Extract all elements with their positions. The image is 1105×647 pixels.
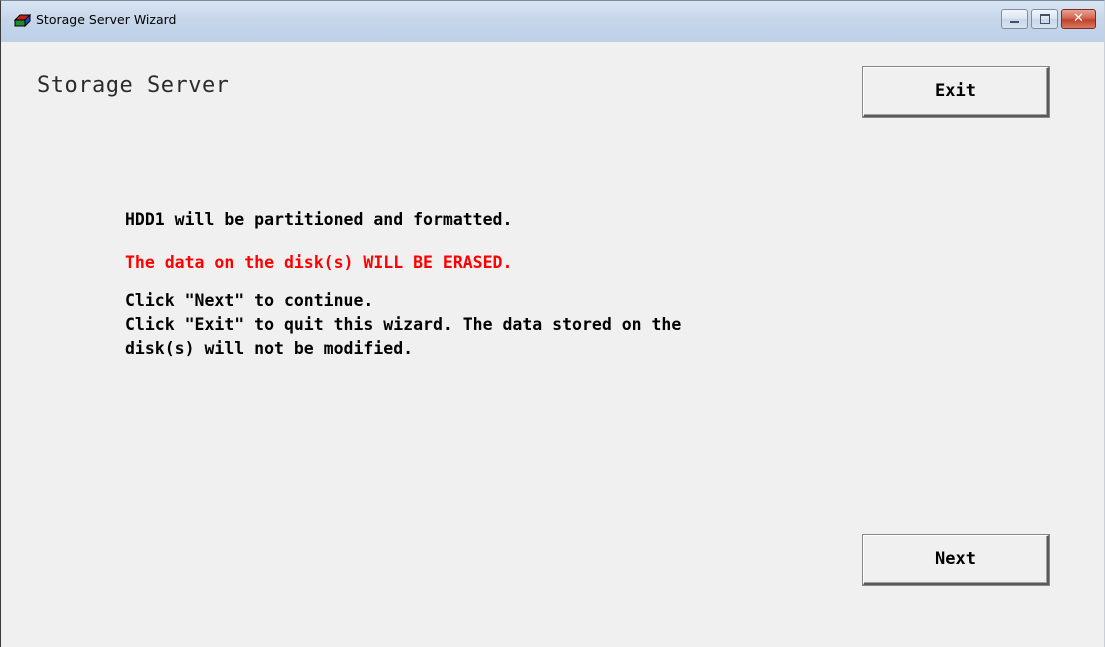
exit-button[interactable]: Exit bbox=[863, 67, 1049, 117]
next-instruction: Click "Next" to continue. bbox=[125, 291, 374, 310]
disk-drive-icon bbox=[13, 13, 32, 28]
maximize-icon bbox=[1040, 14, 1050, 24]
maximize-button[interactable] bbox=[1031, 9, 1058, 29]
wizard-content: Storage Server Exit HDD1 will be partiti… bbox=[1, 42, 1104, 647]
erase-warning: The data on the disk(s) WILL BE ERASED. bbox=[125, 253, 513, 272]
minimize-button[interactable] bbox=[1001, 9, 1028, 29]
page-title: Storage Server bbox=[37, 73, 230, 98]
title-bar[interactable]: Storage Server Wizard ✕ bbox=[1, 1, 1104, 42]
close-icon: ✕ bbox=[1073, 11, 1084, 26]
window-title: Storage Server Wizard bbox=[36, 12, 177, 27]
wizard-window: Storage Server Wizard ✕ Storage Server E… bbox=[0, 0, 1105, 647]
exit-instruction: Click "Exit" to quit this wizard. The da… bbox=[125, 315, 682, 358]
minimize-icon bbox=[1010, 21, 1019, 23]
caption-buttons: ✕ bbox=[998, 9, 1096, 31]
partition-notice: HDD1 will be partitioned and formatted. bbox=[125, 210, 513, 229]
next-button[interactable]: Next bbox=[863, 535, 1049, 585]
close-button[interactable]: ✕ bbox=[1061, 9, 1096, 29]
